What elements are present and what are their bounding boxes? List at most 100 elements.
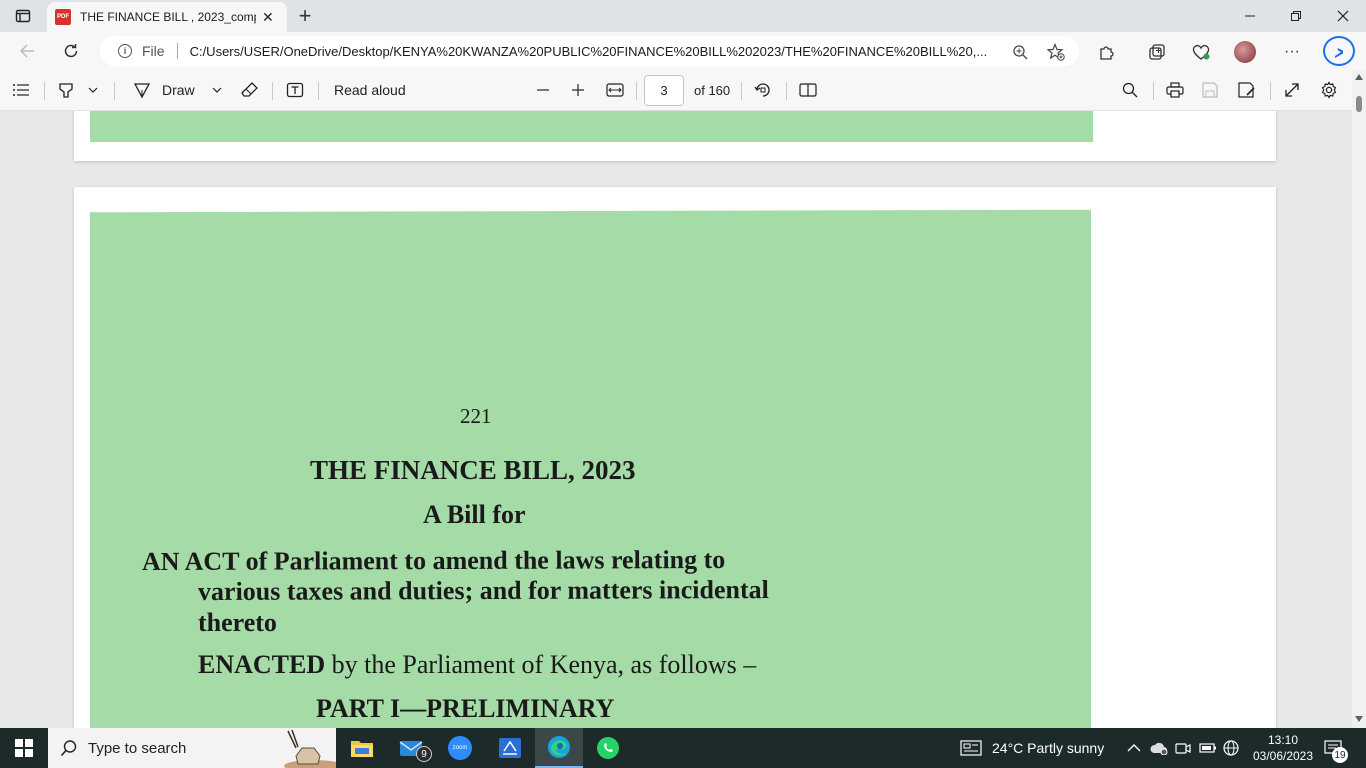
toolbar-divider	[636, 82, 637, 100]
file-explorer-app[interactable]	[338, 728, 386, 768]
expand-icon	[1285, 83, 1299, 97]
weather-news-icon	[960, 740, 982, 756]
rotate-button[interactable]	[754, 79, 772, 101]
remote-app[interactable]	[486, 728, 534, 768]
print-button[interactable]	[1166, 79, 1184, 101]
browser-essentials-button[interactable]	[1190, 41, 1212, 63]
favorite-add-icon[interactable]	[1047, 43, 1065, 61]
plus-icon	[572, 84, 584, 96]
read-aloud-button[interactable]: Read aloud	[334, 79, 406, 101]
start-button[interactable]	[0, 728, 48, 768]
act-line-2: various taxes and duties; and for matter…	[197, 575, 769, 606]
active-tab[interactable]: PDF THE FINANCE BILL , 2023_compr ✕	[47, 2, 287, 32]
toolbar-divider	[114, 82, 115, 100]
restore-button[interactable]	[1273, 0, 1319, 32]
scroll-up-arrow-icon[interactable]	[1355, 74, 1363, 80]
zoom-out-button[interactable]	[536, 79, 550, 101]
cloud-icon	[1150, 742, 1168, 755]
folder-icon	[351, 741, 373, 757]
new-tab-button[interactable]: +	[293, 4, 317, 28]
network-status[interactable]	[1223, 728, 1239, 768]
camera-icon	[1175, 743, 1191, 754]
draw-button[interactable]: Draw	[133, 79, 195, 101]
more-menu-button[interactable]: ···	[1281, 41, 1303, 63]
tab-close-icon[interactable]: ✕	[262, 9, 274, 26]
notification-count-badge: 19	[1332, 747, 1348, 763]
tab-actions-button[interactable]	[8, 4, 38, 28]
pen-icon	[133, 83, 151, 99]
back-button[interactable]	[14, 39, 40, 63]
fullscreen-button[interactable]	[1284, 79, 1300, 101]
fit-to-page-button[interactable]	[606, 79, 624, 101]
edge-browser-app[interactable]	[535, 728, 583, 768]
address-bar[interactable]: i File C:/Users/USER/OneDrive/Desktop/KE…	[100, 36, 1079, 66]
highlight-button[interactable]	[57, 79, 75, 101]
gear-icon	[1321, 81, 1337, 99]
page-number-input[interactable]	[644, 75, 684, 106]
save-button[interactable]	[1202, 79, 1218, 101]
bill-title: THE FINANCE BILL, 2023	[310, 455, 636, 485]
find-button[interactable]	[1122, 79, 1138, 101]
weather-widget[interactable]: 24°C Partly sunny	[960, 728, 1104, 768]
tab-title: THE FINANCE BILL , 2023_compr	[80, 10, 256, 24]
act-line-1: AN ACT of Parliament to amend the laws r…	[141, 544, 726, 577]
magnifier-plus-icon	[1013, 45, 1028, 60]
clock-date: 03/06/2023	[1252, 749, 1314, 763]
restore-icon	[1291, 11, 1301, 21]
pdf-toolbar: Draw Read aloud of 160	[0, 70, 1366, 111]
meet-now[interactable]	[1175, 728, 1191, 768]
extensions-button[interactable]	[1096, 41, 1118, 63]
windows-taskbar: Type to search 9 zoom 24°C Partly sunny …	[0, 728, 1366, 768]
site-info-icon[interactable]: i	[118, 44, 132, 58]
text-box-icon	[286, 82, 304, 98]
battery-status[interactable]	[1199, 728, 1217, 768]
zoom-app[interactable]: zoom	[436, 728, 484, 768]
scanned-page-image	[90, 111, 1093, 142]
page-view-button[interactable]	[799, 79, 817, 101]
bill-subtitle: A Bill for	[423, 500, 526, 529]
whatsapp-app[interactable]	[584, 728, 632, 768]
collections-icon	[1149, 44, 1165, 60]
chevron-down-icon	[88, 87, 98, 93]
clock[interactable]: 13:10 03/06/2023	[1250, 728, 1316, 768]
refresh-button[interactable]	[58, 39, 84, 63]
highlight-options-button[interactable]	[88, 79, 98, 101]
onedrive-status[interactable]	[1150, 728, 1168, 768]
search-icon	[60, 740, 77, 757]
battery-icon	[1199, 743, 1216, 753]
url-text[interactable]: C:/Users/USER/OneDrive/Desktop/KENYA%20K…	[190, 44, 1000, 59]
scroll-down-arrow-icon[interactable]	[1355, 716, 1363, 722]
toolbar-divider	[44, 82, 45, 100]
collections-button[interactable]	[1146, 41, 1168, 63]
bing-chat-button[interactable]	[1323, 36, 1355, 66]
minimize-button[interactable]	[1227, 0, 1273, 32]
scroll-thumb[interactable]	[1356, 96, 1362, 112]
show-hidden-icons[interactable]	[1127, 728, 1141, 768]
tab-actions-icon	[15, 9, 31, 23]
navigation-bar: i File C:/Users/USER/OneDrive/Desktop/KE…	[0, 32, 1366, 70]
profile-avatar[interactable]	[1234, 41, 1256, 63]
add-text-button[interactable]	[286, 79, 304, 101]
pdf-settings-button[interactable]	[1320, 79, 1338, 101]
clock-time: 13:10	[1267, 733, 1299, 747]
enacted-text: by the Parliament of Kenya, as follows –	[325, 650, 757, 679]
windows-logo-icon	[15, 739, 33, 757]
draw-options-button[interactable]	[212, 79, 222, 101]
taskbar-search[interactable]: Type to search	[48, 728, 336, 768]
erase-button[interactable]	[241, 79, 259, 101]
contents-button[interactable]	[12, 79, 30, 101]
save-as-button[interactable]	[1238, 79, 1256, 101]
vertical-scrollbar[interactable]	[1352, 70, 1366, 728]
search-placeholder: Type to search	[88, 739, 187, 757]
mail-app[interactable]: 9	[388, 728, 436, 768]
pdf-viewer[interactable]: 221 THE FINANCE BILL, 2023 A Bill for AN…	[0, 111, 1352, 728]
puzzle-icon	[1100, 46, 1114, 60]
notification-center[interactable]: 19	[1324, 728, 1348, 768]
zoom-in-button[interactable]	[571, 79, 585, 101]
chevron-up-icon	[1127, 744, 1141, 752]
enacted-clause: ENACTED by the Parliament of Kenya, as f…	[198, 650, 756, 680]
close-window-button[interactable]	[1320, 0, 1366, 32]
highlighter-icon	[59, 83, 73, 98]
zoom-icon[interactable]	[1011, 43, 1029, 61]
enacted-keyword: ENACTED	[198, 650, 326, 679]
